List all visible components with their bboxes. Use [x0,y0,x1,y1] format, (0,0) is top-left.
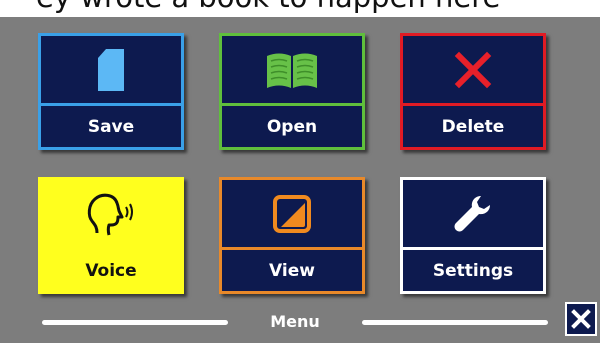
open-label: Open [266,116,318,137]
delete-label: Delete [441,116,505,137]
speaking-head-icon [87,193,133,235]
settings-button[interactable]: Settings [400,177,546,294]
app-root: ey wrote a book to happen here Save [0,0,600,343]
menu-line-right [362,320,548,325]
top-text-strip: ey wrote a book to happen here [0,0,600,17]
voice-button[interactable]: Voice [38,177,184,294]
open-button[interactable]: Open [219,33,365,150]
view-label: View [269,260,315,281]
menu-line-left [42,320,228,325]
open-book-icon [267,53,317,88]
voice-label: Voice [85,260,137,281]
delete-button[interactable]: Delete [400,33,546,150]
view-button[interactable]: View [219,177,365,294]
document-icon [98,48,124,91]
close-icon [571,309,591,329]
menu-bar: Menu [0,295,600,343]
menu-label: Menu [270,312,320,331]
x-mark-icon [454,51,492,88]
wrench-icon [454,195,490,231]
save-button[interactable]: Save [38,33,184,150]
settings-label: Settings [432,260,514,281]
close-button[interactable] [565,302,597,336]
contrast-square-icon [273,194,311,233]
top-text: ey wrote a book to happen here [36,0,500,12]
save-label: Save [87,116,135,137]
